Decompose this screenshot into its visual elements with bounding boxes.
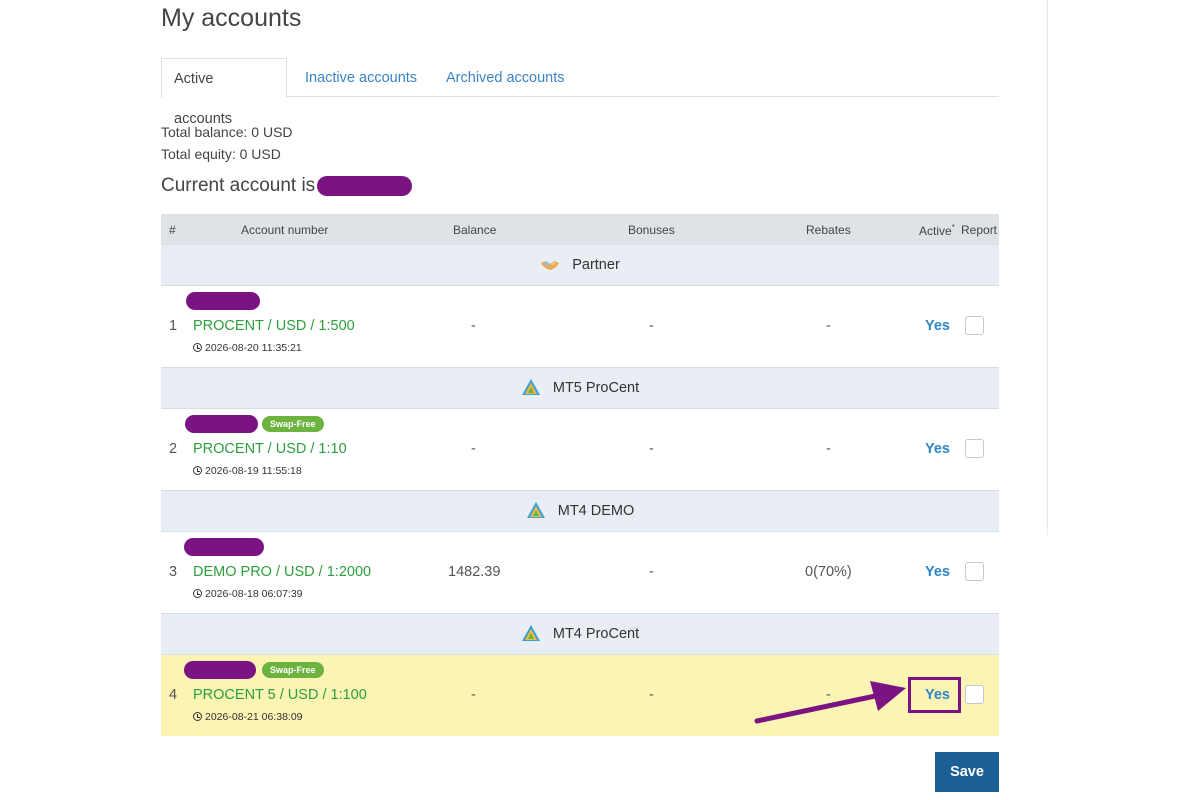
table-header: # Account number Balance Bonuses Rebates… [161, 214, 999, 244]
rebates-value: - [826, 441, 831, 457]
table-row: 1 PROCENT / USD / 1:500 2026-08-20 11:35… [161, 286, 999, 367]
account-tabs: Active accounts Inactive accounts Archiv… [161, 58, 999, 127]
page-title: My accounts [161, 4, 302, 32]
header-active-label: Active [919, 224, 952, 238]
active-yes-link[interactable]: Yes [925, 318, 950, 334]
account-created-date: 2026-08-20 11:35:21 [193, 342, 302, 354]
total-balance: Total balance: 0 USD [161, 124, 293, 140]
bonuses-value: - [649, 564, 654, 580]
redacted-account-id [184, 538, 264, 556]
totals-block: Total balance: 0 USD Total equity: 0 USD [161, 121, 293, 165]
clock-icon [193, 712, 202, 721]
account-type-link[interactable]: DEMO PRO / USD / 1:2000 [193, 564, 371, 580]
header-active: Active* [919, 223, 955, 238]
bonuses-value: - [649, 318, 654, 334]
account-created-date: 2026-08-19 11:55:18 [193, 465, 302, 477]
redacted-account-id [184, 661, 256, 679]
tab-inactive-accounts[interactable]: Inactive accounts [293, 58, 429, 97]
total-equity: Total equity: 0 USD [161, 146, 281, 162]
current-account: Current account is [161, 175, 413, 197]
swap-free-badge: Swap-Free [262, 416, 324, 432]
tab-archived-accounts[interactable]: Archived accounts [434, 58, 576, 97]
balance-value: 1482.39 [448, 564, 501, 580]
row-number: 4 [169, 687, 178, 703]
account-type-link[interactable]: PROCENT / USD / 1:10 [193, 441, 347, 457]
header-num: # [169, 223, 176, 237]
row-number: 1 [169, 318, 178, 334]
row-number: 3 [169, 564, 178, 580]
redacted-account-id [186, 292, 260, 310]
group-mt4-demo: MT4 DEMO [161, 490, 999, 532]
metatrader-icon [521, 379, 540, 395]
balance-value: - [471, 318, 476, 334]
group-mt5-procent: MT5 ProCent [161, 367, 999, 409]
account-type-link[interactable]: PROCENT / USD / 1:500 [193, 318, 355, 334]
header-report: Report [961, 223, 998, 237]
account-created-date: 2026-08-18 06:07:39 [193, 588, 303, 600]
redacted-account-id [185, 415, 258, 433]
rebates-value: 0(70%) [805, 564, 852, 580]
current-account-label: Current account is [161, 175, 316, 196]
account-created-date: 2026-08-21 06:38:09 [193, 711, 303, 723]
header-balance: Balance [453, 223, 497, 237]
report-checkbox[interactable] [965, 439, 984, 458]
header-bonuses: Bonuses [628, 223, 675, 237]
date-text: 2026-08-21 06:38:09 [205, 711, 303, 723]
handshake-icon [541, 261, 560, 270]
table-row: 3 DEMO PRO / USD / 1:2000 2026-08-18 06:… [161, 532, 999, 613]
report-checkbox[interactable] [965, 562, 984, 581]
header-rebates: Rebates [806, 223, 851, 237]
group-partner: Partner [161, 244, 999, 286]
rebates-value: - [826, 687, 831, 703]
page-divider [1047, 0, 1048, 535]
active-yes-link[interactable]: Yes [925, 441, 950, 457]
date-text: 2026-08-18 06:07:39 [205, 588, 303, 600]
bonuses-value: - [649, 441, 654, 457]
date-text: 2026-08-20 11:35:21 [205, 342, 302, 354]
clock-icon [193, 589, 202, 598]
group-mt4-procent: MT4 ProCent [161, 613, 999, 655]
header-active-mark: * [951, 223, 955, 232]
group-name: MT4 ProCent [552, 626, 640, 642]
save-button[interactable]: Save [935, 752, 999, 792]
clock-icon [193, 466, 202, 475]
group-name: MT4 DEMO [557, 503, 635, 519]
active-yes-link[interactable]: Yes [925, 564, 950, 580]
tab-active-accounts[interactable]: Active accounts [161, 58, 287, 127]
account-type-link[interactable]: PROCENT 5 / USD / 1:100 [193, 687, 367, 703]
row-number: 2 [169, 441, 178, 457]
active-yes-link[interactable]: Yes [925, 687, 950, 703]
report-checkbox[interactable] [965, 316, 984, 335]
swap-free-badge: Swap-Free [262, 662, 324, 678]
table-row-highlighted: 4 Swap-Free PROCENT 5 / USD / 1:100 2026… [161, 655, 999, 736]
date-text: 2026-08-19 11:55:18 [205, 465, 302, 477]
header-account-number: Account number [241, 223, 329, 237]
metatrader-icon [526, 502, 545, 518]
rebates-value: - [826, 318, 831, 334]
group-name: Partner [572, 257, 620, 273]
redacted-account-number [317, 175, 413, 196]
accounts-table: # Account number Balance Bonuses Rebates… [161, 214, 999, 736]
table-row: 2 Swap-Free PROCENT / USD / 1:10 2026-08… [161, 409, 999, 490]
group-name: MT5 ProCent [552, 380, 640, 396]
report-checkbox[interactable] [965, 685, 984, 704]
balance-value: - [471, 687, 476, 703]
bonuses-value: - [649, 687, 654, 703]
metatrader-icon [521, 625, 540, 641]
balance-value: - [471, 441, 476, 457]
clock-icon [193, 343, 202, 352]
